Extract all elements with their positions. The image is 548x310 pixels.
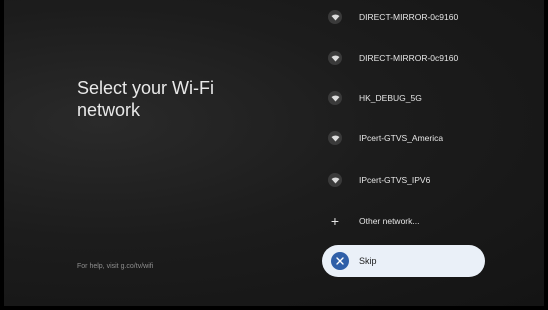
network-name: DIRECT-MIRROR-0c9160 [359,12,459,22]
wifi-icon [328,173,342,187]
network-name: HK_DEBUG_5G [359,93,422,103]
network-item[interactable]: HK_DEBUG_5G [328,87,488,109]
network-name: DIRECT-MIRROR-0c9160 [359,53,459,63]
network-name: IPcert-GTVS_America [359,133,444,143]
wifi-setup-screen: Select your Wi-Fi network For help, visi… [4,0,544,306]
other-network-label: Other network... [359,216,420,226]
network-item[interactable]: IPcert-GTVS_IPV6 [328,169,488,191]
plus-icon: + [330,213,340,229]
skip-button[interactable]: Skip [322,245,485,277]
skip-label: Skip [359,256,377,266]
network-item[interactable]: DIRECT-MIRROR-0c9160 [328,6,488,28]
wifi-icon [328,10,342,24]
network-name: IPcert-GTVS_IPV6 [359,175,431,185]
wifi-icon [328,91,342,105]
help-text: For help, visit g.co/tv/wifi [77,263,154,270]
network-item[interactable]: DIRECT-MIRROR-0c9160 [328,47,488,69]
other-network-item[interactable]: + Other network... [328,210,488,232]
close-icon [331,252,349,270]
page-title: Select your Wi-Fi network [77,78,215,120]
network-item[interactable]: IPcert-GTVS_America [328,127,488,149]
wifi-icon [328,131,342,145]
wifi-icon [328,51,342,65]
